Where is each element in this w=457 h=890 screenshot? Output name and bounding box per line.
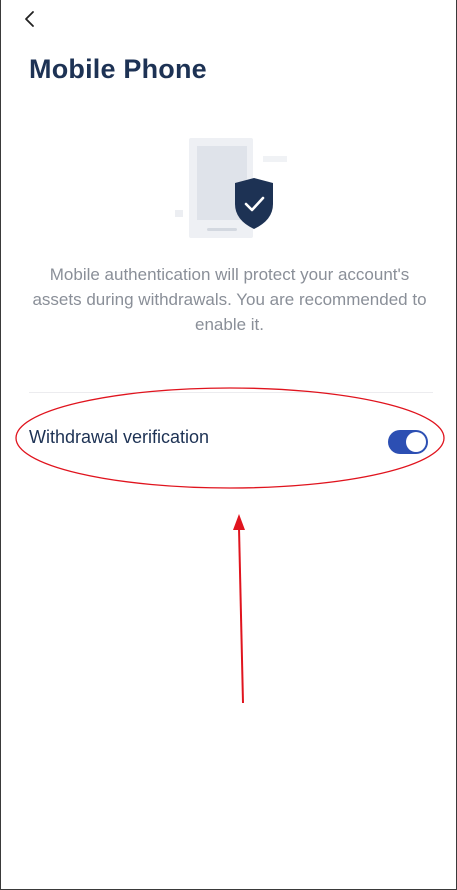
withdrawal-verification-label: Withdrawal verification (29, 427, 210, 447)
mobile-phone-screen: Mobile Phone Mobile authentication will … (0, 0, 457, 890)
divider (29, 392, 433, 393)
withdrawal-verification-row[interactable]: Withdrawal verification (29, 418, 429, 462)
description-text: Mobile authentication will protect your … (32, 265, 427, 334)
phone-shield-check-icon (175, 138, 287, 238)
page-title: Mobile Phone (29, 54, 207, 84)
chevron-left-icon (25, 11, 34, 27)
back-button[interactable] (17, 6, 43, 32)
annotation-arrow-head (233, 514, 245, 530)
withdrawal-verification-toggle[interactable] (388, 430, 428, 454)
toggle-knob (406, 432, 426, 452)
annotation-arrow-line (238, 527, 244, 704)
